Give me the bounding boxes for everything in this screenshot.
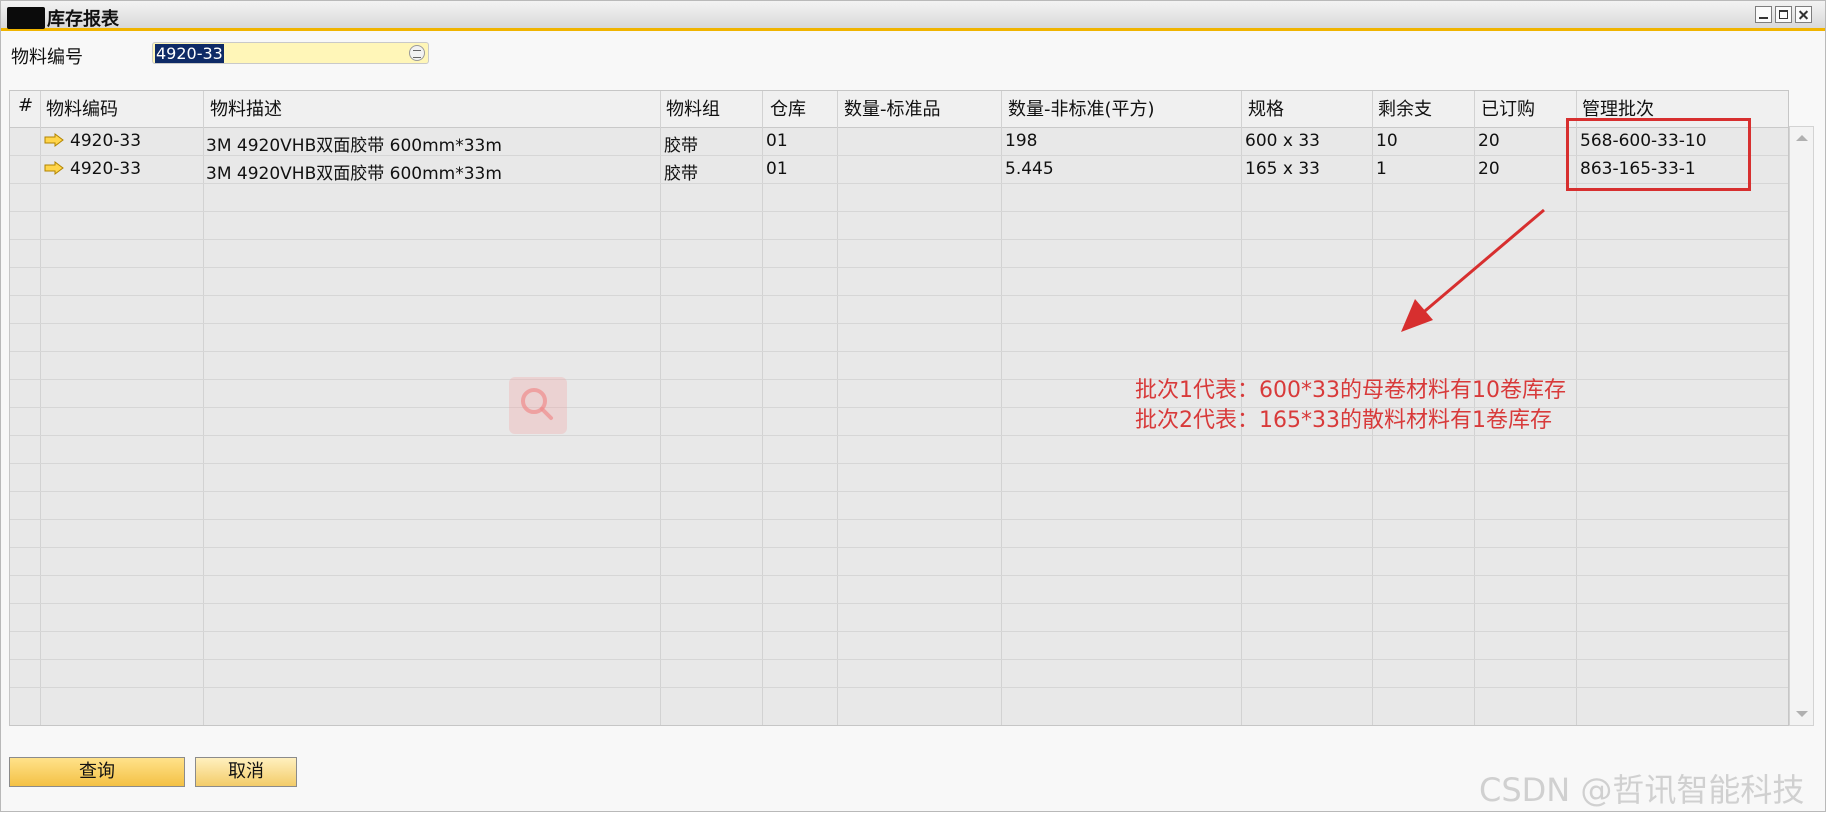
column-divider [837,91,838,725]
header-material-code[interactable]: 物料编码 [46,95,118,121]
scroll-down-icon[interactable] [1796,711,1808,717]
row-divider [10,463,1788,464]
row-divider [10,603,1788,604]
row-divider [10,631,1788,632]
list-icon[interactable] [409,45,425,61]
table-cell-code[interactable]: 4920-33 [70,159,141,179]
header-row-number: # [18,95,34,116]
batch-highlight-box [1566,118,1751,191]
row-divider [10,659,1788,660]
table-cell-qty-nonstandard[interactable]: 5.445 [1005,159,1054,179]
header-qty-standard[interactable]: 数量-标准品 [844,95,941,121]
material-number-input[interactable]: 4920-33 [152,42,429,64]
table-cell-group[interactable]: 胶带 [664,131,698,156]
cancel-button[interactable]: 取消 [195,757,297,787]
row-arrow-icon[interactable] [44,161,64,175]
row-divider [10,687,1788,688]
header-material-description[interactable]: 物料描述 [210,95,282,121]
annotation-line-1: 批次1代表：600*33的母卷材料有10卷库存 [1135,378,1566,403]
close-icon[interactable] [1795,6,1812,23]
table-cell-spec[interactable]: 600 x 33 [1245,131,1320,151]
row-divider [10,519,1788,520]
table-cell-qty-nonstandard[interactable]: 198 [1005,131,1037,151]
material-number-label: 物料编号 [11,47,83,68]
minimize-icon[interactable] [1755,6,1772,23]
header-spec[interactable]: 规格 [1248,95,1284,121]
table-cell-spec[interactable]: 165 x 33 [1245,159,1320,179]
search-icon [509,377,567,434]
column-divider [40,91,41,725]
table-cell-warehouse[interactable]: 01 [766,159,788,179]
table-cell-code[interactable]: 4920-33 [70,131,141,151]
header-material-group[interactable]: 物料组 [666,95,720,121]
table-cell-group[interactable]: 胶带 [664,159,698,184]
query-button[interactable]: 查询 [9,757,185,787]
column-divider [203,91,204,725]
grid-header: # 物料编码 物料描述 物料组 仓库 数量-标准品 数量-非标准(平方) 规格 … [10,91,1788,128]
table-cell-warehouse[interactable]: 01 [766,131,788,151]
title-bar[interactable]: 库存报表 [1,1,1825,31]
material-number-value[interactable]: 4920-33 [155,44,224,63]
annotation-line-2: 批次2代表：165*33的散料材料有1卷库存 [1135,408,1552,433]
redacted-title-prefix [7,7,45,29]
header-remaining[interactable]: 剩余支 [1378,95,1432,121]
table-cell-ordered[interactable]: 20 [1478,131,1500,151]
scroll-up-icon[interactable] [1796,135,1808,141]
table-cell-description[interactable]: 3M 4920VHB双面胶带 600mm*33m [206,159,502,184]
table-cell-description[interactable]: 3M 4920VHB双面胶带 600mm*33m [206,131,502,156]
header-warehouse[interactable]: 仓库 [770,95,806,121]
row-divider [10,435,1788,436]
row-divider [10,351,1788,352]
window-title: 库存报表 [47,9,119,30]
column-divider [1001,91,1002,725]
row-arrow-icon[interactable] [44,133,64,147]
header-qty-nonstandard[interactable]: 数量-非标准(平方) [1008,95,1155,121]
table-cell-remaining[interactable]: 1 [1376,159,1387,179]
source-credit: CSDN @哲讯智能科技 [1479,771,1805,809]
grid-scrollbar[interactable] [1789,126,1814,726]
annotation-arrow-icon [1401,208,1545,332]
header-ordered[interactable]: 已订购 [1481,95,1535,121]
stock-report-window: 库存报表 物料编号 4920-33 # 物料编码 物料描述 物料组 仓库 数量-… [0,0,1826,812]
column-divider [660,91,661,725]
table-cell-remaining[interactable]: 10 [1376,131,1398,151]
maximize-icon[interactable] [1775,6,1792,23]
row-divider [10,575,1788,576]
column-divider [762,91,763,725]
row-divider [10,547,1788,548]
row-divider [10,491,1788,492]
table-cell-ordered[interactable]: 20 [1478,159,1500,179]
